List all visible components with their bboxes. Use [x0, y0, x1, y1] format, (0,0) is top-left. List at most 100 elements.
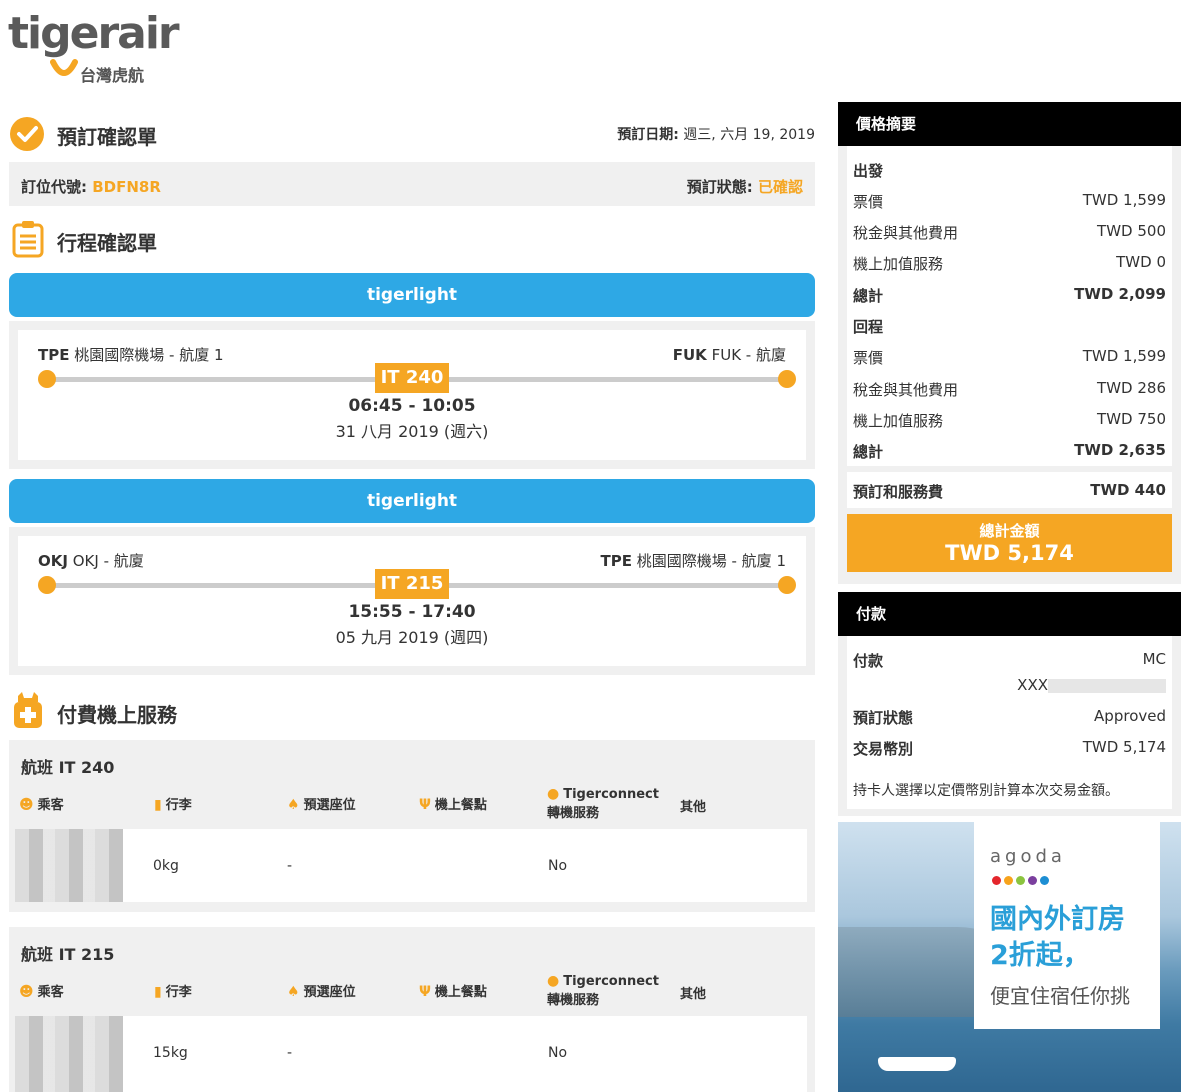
passenger-name-redacted [15, 829, 123, 902]
departure-name: 桃園國際機場 - 航廈 1 [74, 346, 224, 364]
price-summary-header: 價格摘要 [838, 102, 1181, 146]
logo-smile-icon [50, 59, 78, 76]
header-passenger-label: 乘客 [37, 798, 64, 813]
header-baggage: ▮ 行李 [154, 794, 192, 813]
row-label: 稅金與其他費用 [853, 381, 959, 399]
brand-dot-purple [1028, 876, 1037, 885]
seat-icon: ♠ [287, 984, 300, 1000]
header-passenger: ☻ 乘客 [19, 794, 64, 813]
destination-dot [778, 370, 796, 388]
brand-dot-orange [1004, 876, 1013, 885]
agoda-dots [992, 870, 1052, 889]
row-value: TWD 2,099 [1074, 285, 1166, 303]
pnr: 訂位代號: BDFN8R [21, 176, 161, 197]
row-value: TWD 1,599 [1082, 347, 1166, 365]
arrival-airport: TPE 桃園國際機場 - 航廈 1 [600, 550, 786, 571]
cat-icon: ☻ [19, 797, 34, 813]
brand-dot-blue [1040, 876, 1049, 885]
card-number-redacted [1048, 678, 1166, 693]
price-breakdown: 出發 票價 TWD 1,599 稅金與其他費用 TWD 500 機上加值服務 TWD … [847, 146, 1172, 466]
agoda-advertisement[interactable]: agoda 國內外訂房 2折起， 便宜住宿任你挑 [838, 822, 1181, 1092]
payment-header: 付款 [838, 592, 1181, 636]
ad-tagline: 便宜住宿任你挑 [990, 984, 1130, 1008]
header-connect-label: Tigerconnect [563, 974, 659, 989]
header-baggage-label: 行李 [165, 798, 192, 813]
origin-dot [38, 370, 56, 388]
ad-headline: 國內外訂房 2折起， [990, 902, 1125, 974]
cutlery-icon: Ψ [419, 797, 431, 813]
header-seat: ♠ 預選座位 [287, 981, 356, 1000]
row-label: 票價 [853, 349, 884, 367]
header-connect: ● Tigerconnect 轉機服務 [547, 786, 659, 821]
header-passenger: ☻ 乘客 [19, 981, 64, 1000]
booking-fee-row: 預訂和服務費 TWD 440 [847, 472, 1172, 508]
header-baggage-label: 行李 [165, 985, 192, 1000]
row-label: 預訂狀態 [853, 709, 914, 727]
cat-icon: ☻ [19, 984, 34, 1000]
ad-headline-line1: 國內外訂房 [990, 904, 1125, 935]
header-connect: ● Tigerconnect 轉機服務 [547, 973, 659, 1008]
service-row: 15kg - No [15, 1016, 807, 1092]
tigerair-logo: tigerair 台灣虎航 [8, 8, 188, 86]
departure-code: OKJ [38, 552, 68, 570]
row-value: TWD 2,635 [1074, 441, 1166, 459]
booking-date: 預訂日期: 週三, 六月 19, 2019 [617, 124, 815, 144]
payment-details: 付款 MC XXX 預訂狀態 Approved 交易幣別 TWD 5,174 持卡人選… [847, 636, 1172, 809]
baggage-value: 15kg [153, 1045, 188, 1061]
flight-time: 06:45 - 10:05 [348, 396, 476, 416]
row-value: TWD 500 [1097, 222, 1166, 240]
header-baggage: ▮ 行李 [154, 981, 192, 1000]
fare-bar-return: tigerlight [9, 479, 815, 523]
header-meal-label: 機上餐點 [434, 798, 487, 813]
connect-icon: ● [547, 786, 560, 802]
paid-services-title: 付費機上服務 [57, 703, 177, 727]
service-row: 0kg - No [15, 829, 807, 902]
booking-status-value: 已確認 [757, 178, 803, 196]
arrival-name: FUK - 航廈 [711, 346, 786, 364]
flight-number: IT 240 [375, 363, 449, 393]
seat-value: - [287, 1045, 293, 1061]
service-card-return: 航班 IT 215 ☻ 乘客 ▮ 行李 ♠ 預選座位 Ψ 機上餐點 ● Tigerconn… [9, 927, 815, 1092]
booking-date-value: 週三, 六月 19, 2019 [683, 127, 815, 143]
check-circle-icon [10, 117, 44, 151]
header-connect-label: Tigerconnect [563, 787, 659, 802]
header-other: 其他 [680, 800, 707, 815]
booking-date-label: 預訂日期: [617, 127, 679, 143]
service-flight-title: 航班 IT 215 [21, 945, 115, 964]
header-passenger-label: 乘客 [37, 985, 64, 1000]
luggage-icon: ▮ [154, 984, 162, 1000]
row-value: TWD 1,599 [1082, 191, 1166, 209]
arrival-code: TPE [600, 552, 632, 570]
departure-name: OKJ - 航廈 [72, 552, 144, 570]
flight-card-outbound: TPE 桃園國際機場 - 航廈 1 FUK FUK - 航廈 IT 240 06… [9, 321, 815, 469]
ad-card: agoda 國內外訂房 2折起， 便宜住宿任你挑 [974, 822, 1160, 1029]
luggage-icon: ▮ [154, 797, 162, 813]
header-connect-sublabel: 轉機服務 [547, 993, 600, 1008]
service-card-outbound: 航班 IT 240 ☻ 乘客 ▮ 行李 ♠ 預選座位 Ψ 機上餐點 ● Tigerconn… [9, 740, 815, 912]
pnr-label: 訂位代號: [21, 178, 87, 196]
row-value: TWD 286 [1097, 379, 1166, 397]
row-value: Approved [1094, 707, 1166, 725]
row-label: 總計 [853, 287, 884, 305]
row-label: 付款 [853, 652, 884, 670]
luggage-plus-icon [14, 692, 42, 728]
service-flight-title: 航班 IT 240 [21, 758, 115, 777]
passenger-name-redacted [15, 1016, 123, 1092]
header-connect-sublabel: 轉機服務 [547, 806, 600, 821]
header-seat-label: 預選座位 [303, 985, 356, 1000]
arrival-airport: FUK FUK - 航廈 [673, 344, 786, 365]
row-value: TWD 750 [1097, 410, 1166, 428]
seat-value: - [287, 858, 293, 874]
header-meal: Ψ 機上餐點 [419, 981, 487, 1000]
logo-subtitle: 台灣虎航 [80, 66, 145, 85]
ad-headline-line2: 2折起， [990, 940, 1090, 971]
row-value: TWD 0 [1116, 253, 1166, 271]
header-seat: ♠ 預選座位 [287, 794, 356, 813]
flight-number: IT 215 [375, 569, 449, 599]
header-other: 其他 [680, 987, 707, 1002]
flight-time: 15:55 - 17:40 [348, 602, 476, 622]
connect-value: No [548, 1045, 568, 1061]
logo-wordmark: tigerair [8, 8, 180, 59]
connect-value: No [548, 858, 568, 874]
flight-date: 05 九月 2019 (週四) [335, 628, 489, 647]
